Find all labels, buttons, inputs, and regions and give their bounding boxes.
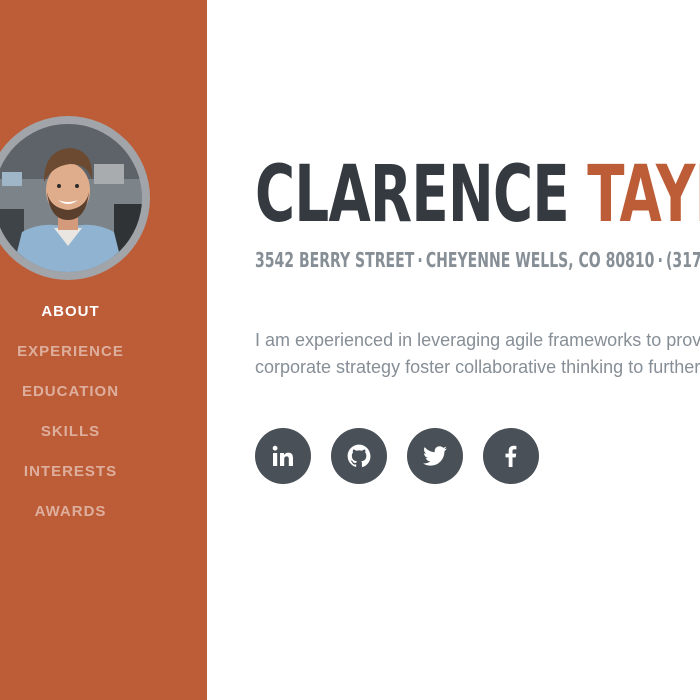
main-content: CLARENCE TAYLOR 3542 BERRY STREET·CHEYEN… xyxy=(207,0,700,700)
bio-text: I am experienced in leveraging agile fra… xyxy=(255,327,700,381)
nav-item-awards[interactable]: AWARDS xyxy=(0,496,141,536)
github-button[interactable] xyxy=(331,428,387,484)
nav-item-interests[interactable]: INTERESTS xyxy=(0,456,141,496)
contact-line: 3542 BERRY STREET · CHEYENNE WELLS, CO 808… xyxy=(255,247,700,273)
separator: · xyxy=(417,248,423,272)
linkedin-button[interactable] xyxy=(255,428,311,484)
linkedin-icon xyxy=(272,445,293,466)
separator: · xyxy=(657,248,663,272)
nav-item-experience[interactable]: EXPERIENCE xyxy=(0,336,141,376)
sidebar: ABOUT EXPERIENCE EDUCATION SKILLS INTERE… xyxy=(0,0,207,700)
street-address: 3542 BERRY STREET xyxy=(255,248,415,272)
bio-line: I am experienced in leveraging agile fra… xyxy=(255,330,700,350)
profile-photo xyxy=(0,124,142,272)
nav-item-skills[interactable]: SKILLS xyxy=(0,416,141,456)
bio-line: corporate strategy foster collaborative … xyxy=(255,357,700,377)
page-title: CLARENCE TAYLOR xyxy=(255,150,700,240)
social-links xyxy=(255,428,539,484)
last-name: TAYLOR xyxy=(587,150,700,240)
sidebar-nav: ABOUT EXPERIENCE EDUCATION SKILLS INTERE… xyxy=(0,296,141,536)
nav-item-education[interactable]: EDUCATION xyxy=(0,376,141,416)
github-icon xyxy=(347,444,371,468)
facebook-button[interactable] xyxy=(483,428,539,484)
nav-item-about[interactable]: ABOUT xyxy=(0,296,141,336)
facebook-icon xyxy=(505,445,517,467)
profile-avatar xyxy=(0,116,150,280)
city-state-zip: CHEYENNE WELLS, CO 80810 xyxy=(425,248,655,272)
phone-number[interactable]: (317) 585-8468 xyxy=(666,248,700,272)
first-name: CLARENCE xyxy=(255,150,570,240)
twitter-button[interactable] xyxy=(407,428,463,484)
resume-page: ABOUT EXPERIENCE EDUCATION SKILLS INTERE… xyxy=(0,0,700,700)
twitter-icon xyxy=(423,446,447,466)
